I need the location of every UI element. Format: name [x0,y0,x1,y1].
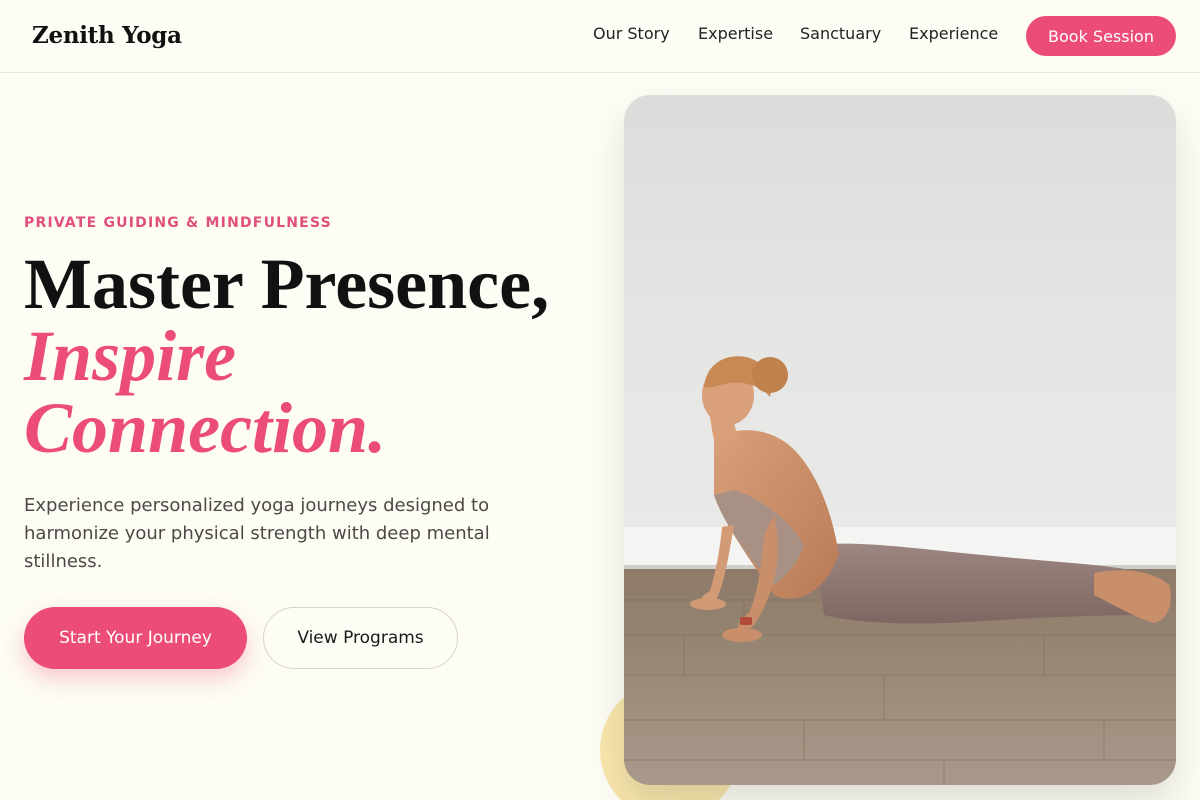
headline-line-2: Inspire [24,316,237,396]
nav-link-our-story[interactable]: Our Story [593,24,670,43]
nav-link-experience[interactable]: Experience [909,24,998,43]
hero-yoga-photo [624,95,1176,785]
view-programs-button[interactable]: View Programs [263,607,458,669]
headline-line-1: Master Presence, [24,244,550,324]
headline-line-3: Connection. [24,388,387,468]
site-header: Zenith Yoga Our Story Expertise Sanctuar… [0,0,1200,73]
nav-link-sanctuary[interactable]: Sanctuary [800,24,881,43]
book-session-button[interactable]: Book Session [1026,16,1176,56]
brand-logo[interactable]: Zenith Yoga [32,22,182,49]
hero-description: Experience personalized yoga journeys de… [24,495,490,572]
hero-eyebrow: PRIVATE GUIDING & MINDFULNESS [24,215,332,231]
start-journey-button[interactable]: Start Your Journey [24,607,247,669]
nav-link-expertise[interactable]: Expertise [698,24,773,43]
hero-headline: Master Presence, Inspire Connection. [24,248,549,464]
